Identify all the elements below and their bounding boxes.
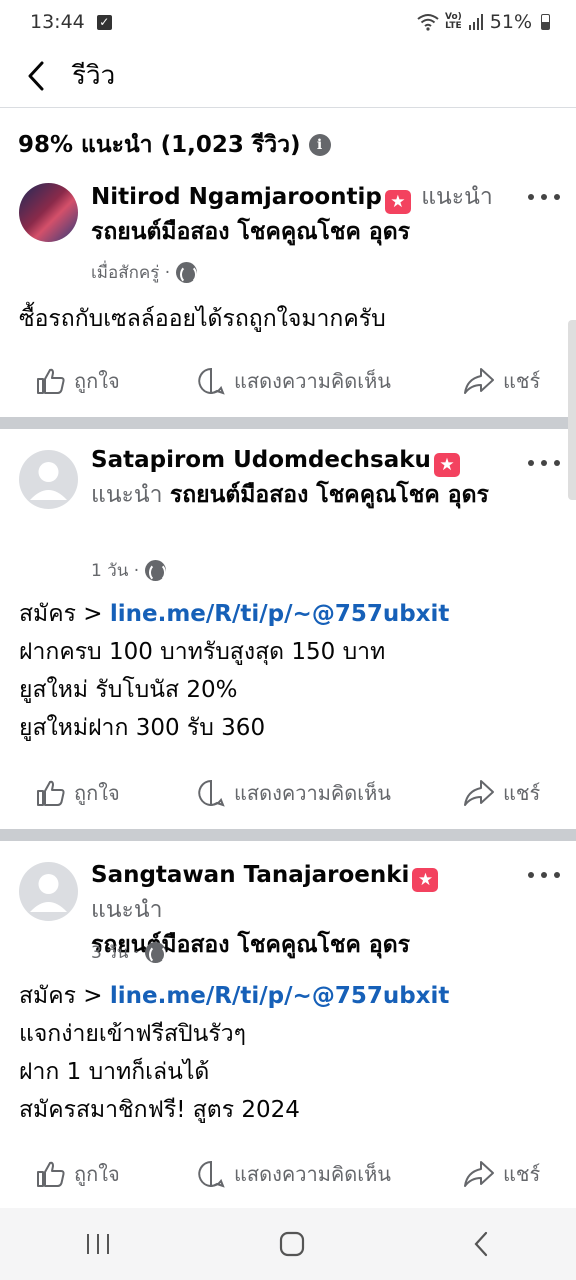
action-bar: ถูกใจ แสดงความคิดเห็น แชร์: [0, 359, 576, 403]
recommends-label: แนะนำ: [91, 897, 163, 923]
section-divider: [0, 829, 576, 841]
globe-icon: [176, 262, 198, 284]
review-time[interactable]: 1 วัน ·: [91, 557, 139, 584]
review-time[interactable]: เมื่อสักครู่ ·: [91, 259, 170, 286]
action-bar: ถูกใจ แสดงความคิดเห็น แชร์: [0, 1152, 576, 1196]
status-bar: 13:44 ✓ Vo) LTE 51%: [0, 0, 576, 44]
recommend-star-icon: ★: [412, 868, 439, 892]
review-header: Satapirom Udomdechsaku ★ แนะนำ รถยนต์มือส…: [91, 443, 516, 513]
more-options-button[interactable]: [528, 451, 560, 475]
reviewer-name[interactable]: Satapirom Udomdechsaku: [91, 447, 431, 473]
review-line: แจกง่ายเข้าฟรีสปินรัวๆ: [19, 1021, 246, 1047]
review-time[interactable]: 3 วัน ·: [91, 939, 139, 966]
comment-icon: [198, 779, 225, 807]
external-link[interactable]: line.me/R/ti/p/~@757ubxit: [110, 983, 450, 1009]
comment-label: แสดงความคิดเห็น: [234, 1162, 391, 1186]
link-prefix: สมัคร >: [19, 983, 110, 1009]
page-name[interactable]: รถยนต์มือสอง โชคคูณโชค อุดร: [170, 482, 489, 508]
like-button[interactable]: ถูกใจ: [36, 777, 120, 809]
external-link[interactable]: line.me/R/ti/p/~@757ubxit: [110, 601, 450, 627]
section-divider: [0, 417, 576, 429]
review-line: ฝากครบ 100 บาทรับสูงสุด 150 บาท: [19, 639, 386, 665]
review-link-line: สมัคร > line.me/R/ti/p/~@757ubxit: [19, 977, 560, 1015]
comment-icon: [198, 367, 225, 395]
recommends-label: แนะนำ: [91, 482, 163, 508]
like-icon: [37, 780, 65, 806]
comment-button[interactable]: แสดงความคิดเห็น: [196, 365, 391, 397]
share-button[interactable]: แชร์: [463, 777, 540, 809]
more-options-button[interactable]: [528, 863, 560, 887]
review-body: สมัคร > line.me/R/ti/p/~@757ubxit ฝากครบ…: [19, 595, 560, 747]
review-line: สมัครสมาชิกฟรี! สูตร 2024: [19, 1097, 300, 1123]
scroll-indicator[interactable]: [568, 320, 576, 500]
share-icon: [464, 1161, 494, 1187]
default-avatar-icon: [30, 462, 67, 500]
link-prefix: สมัคร >: [19, 601, 110, 627]
comment-label: แสดงความคิดเห็น: [234, 369, 391, 393]
recommend-star-icon: ★: [433, 453, 460, 477]
like-label: ถูกใจ: [74, 781, 120, 805]
review-meta: 3 วัน ·: [91, 939, 167, 966]
like-label: ถูกใจ: [74, 369, 120, 393]
back-button[interactable]: [0, 44, 72, 108]
share-icon: [464, 368, 494, 394]
share-label: แชร์: [503, 781, 541, 805]
like-button[interactable]: ถูกใจ: [36, 1158, 120, 1190]
reviewer-name[interactable]: Nitirod Ngamjaroontip: [91, 184, 382, 210]
like-button[interactable]: ถูกใจ: [36, 365, 120, 397]
default-avatar-icon: [30, 874, 67, 912]
review-line: ยูสใหม่ฝาก 300 รับ 360: [19, 715, 266, 741]
like-label: ถูกใจ: [74, 1162, 120, 1186]
avatar[interactable]: [19, 450, 78, 509]
recommend-star-icon: ★: [384, 190, 411, 214]
share-icon: [464, 780, 494, 806]
summary-text: 98% แนะนำ (1,023 รีวิว): [18, 132, 301, 158]
recommends-label: แนะนำ: [421, 184, 493, 210]
globe-icon: [145, 942, 167, 964]
notification-check-icon: ✓: [96, 14, 112, 30]
like-icon: [37, 1161, 65, 1187]
avatar[interactable]: [19, 183, 78, 242]
like-icon: [37, 368, 65, 394]
reviewer-name[interactable]: Sangtawan Tanajaroenki: [91, 862, 409, 888]
review-header: Nitirod Ngamjaroontip ★ แนะนำ รถยนต์มือสอ…: [91, 180, 516, 250]
app-header: รีวิว: [0, 44, 576, 108]
comment-button[interactable]: แสดงความคิดเห็น: [196, 777, 391, 809]
review-line: ฝาก 1 บาทก็เล่นได้: [19, 1059, 210, 1085]
more-options-button[interactable]: [528, 185, 560, 209]
page-title: รีวิว: [72, 61, 116, 91]
globe-icon: [145, 560, 167, 582]
review-line: ซื้อรถกับเซลล์ออยได้รถถูกใจมากครับ: [19, 306, 386, 332]
info-icon[interactable]: i: [308, 134, 331, 156]
review-summary: 98% แนะนำ (1,023 รีวิว) i: [18, 127, 331, 163]
back-arrow-icon: [28, 61, 44, 90]
review-meta: 1 วัน ·: [91, 557, 167, 584]
review-meta: เมื่อสักครู่ ·: [91, 259, 198, 286]
home-icon[interactable]: [279, 1231, 305, 1257]
system-nav-bar: [0, 1208, 576, 1280]
share-label: แชร์: [503, 369, 541, 393]
review-body: สมัคร > line.me/R/ti/p/~@757ubxit แจกง่า…: [19, 977, 560, 1129]
action-bar: ถูกใจ แสดงความคิดเห็น แชร์: [0, 771, 576, 815]
page-name[interactable]: รถยนต์มือสอง โชคคูณโชค อุดร: [91, 219, 410, 245]
review-line: ยูสใหม่ รับโบนัส 20%: [19, 677, 238, 703]
back-nav-icon[interactable]: [472, 1231, 492, 1257]
review-body: ซื้อรถกับเซลล์ออยได้รถถูกใจมากครับ: [19, 300, 560, 338]
share-label: แชร์: [503, 1162, 541, 1186]
status-time: 13:44: [30, 11, 85, 33]
status-right: Vo) LTE 51%: [417, 11, 550, 33]
comment-icon: [198, 1160, 225, 1188]
volte-label: Vo) LTE: [444, 12, 462, 31]
battery-percent: 51%: [489, 11, 532, 33]
share-button[interactable]: แชร์: [463, 1158, 540, 1190]
signal-icon: [468, 14, 483, 30]
avatar[interactable]: [19, 862, 78, 921]
comment-label: แสดงความคิดเห็น: [234, 781, 391, 805]
share-button[interactable]: แชร์: [463, 365, 540, 397]
review-link-line: สมัคร > line.me/R/ti/p/~@757ubxit: [19, 595, 560, 633]
battery-icon: [541, 14, 550, 30]
recent-apps-icon[interactable]: [84, 1232, 112, 1256]
comment-button[interactable]: แสดงความคิดเห็น: [196, 1158, 391, 1190]
wifi-icon: [417, 14, 439, 31]
